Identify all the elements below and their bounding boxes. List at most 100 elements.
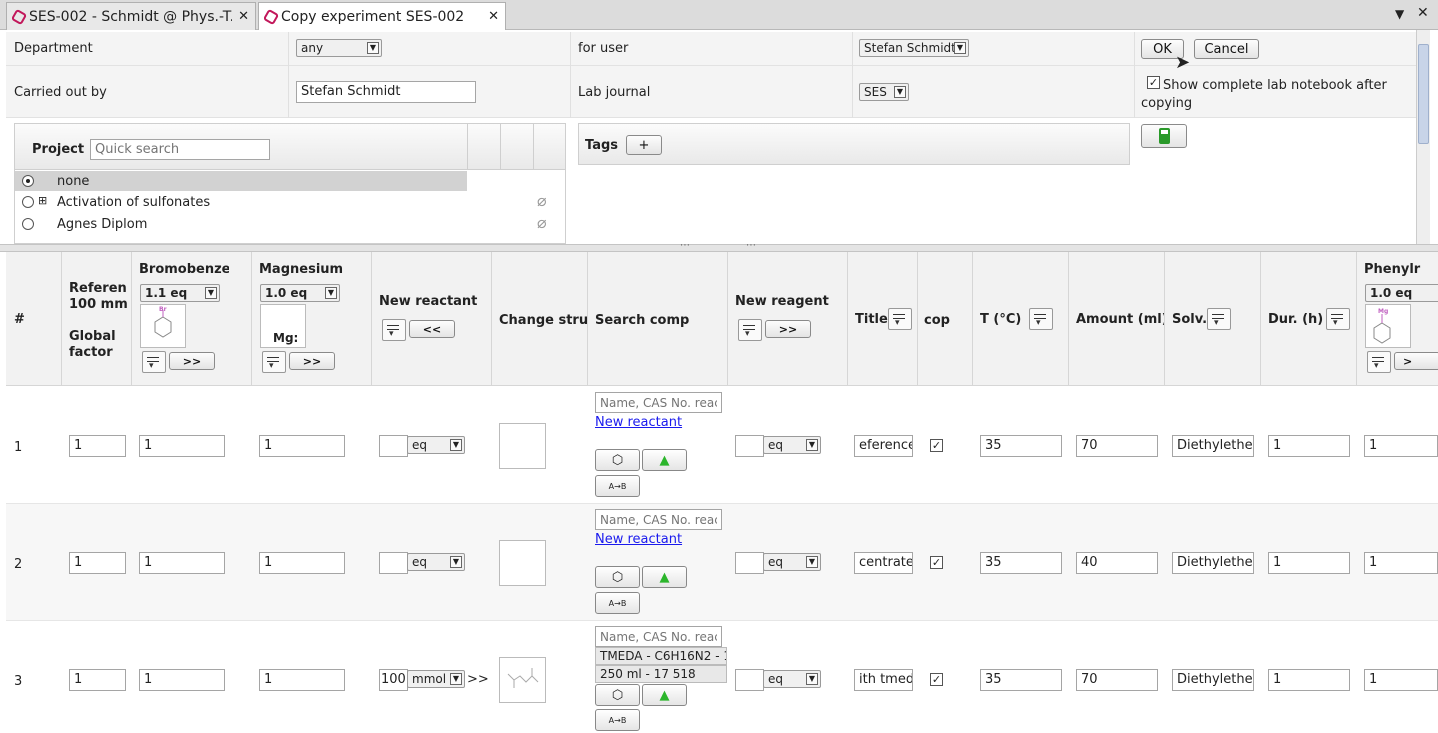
phenyl-structure[interactable]: Mg: [1365, 304, 1411, 348]
move-right-button[interactable]: >>: [765, 320, 811, 338]
filter-icon[interactable]: [1326, 308, 1350, 330]
mg-amount-input[interactable]: 1: [259, 552, 345, 574]
phenyl-amount-input[interactable]: 1: [1364, 552, 1438, 574]
new-reactant-unit-select[interactable]: eq ▼: [407, 436, 465, 454]
move-left-button[interactable]: <<: [409, 320, 455, 338]
project-radio-none[interactable]: [22, 175, 34, 187]
filter-icon[interactable]: [1367, 351, 1391, 373]
filter-icon[interactable]: [382, 319, 406, 341]
chevron-down-icon[interactable]: ▼: [1395, 7, 1404, 21]
flask-button[interactable]: ▲: [642, 566, 687, 588]
filter-icon[interactable]: [262, 351, 286, 373]
title-input[interactable]: centrated: [854, 552, 913, 574]
new-reagent-unit-select[interactable]: eq ▼: [763, 553, 821, 571]
global-factor-input[interactable]: 1: [69, 669, 126, 691]
global-factor-input[interactable]: 1: [69, 435, 126, 457]
mg-amount-input[interactable]: 1: [259, 435, 345, 457]
new-reagent-unit-select[interactable]: eq ▼: [763, 436, 821, 454]
flask-button[interactable]: ▲: [642, 684, 687, 706]
structure-editor[interactable]: [499, 423, 546, 469]
phenyl-amount-input[interactable]: 1: [1364, 435, 1438, 457]
department-select[interactable]: any ▼: [296, 39, 382, 57]
phenyl-amount-input[interactable]: 1: [1364, 669, 1438, 691]
flask-button[interactable]: ▲: [642, 449, 687, 471]
amount-input[interactable]: 70: [1076, 435, 1158, 457]
new-reactant-link[interactable]: New reactant: [595, 532, 682, 547]
mg-eq-select[interactable]: 1.0 eq ▼: [260, 284, 340, 302]
mg-amount-input[interactable]: 1: [259, 669, 345, 691]
move-arrow[interactable]: >>: [467, 672, 489, 687]
cancel-button[interactable]: Cancel: [1194, 39, 1259, 59]
temperature-input[interactable]: 35: [980, 435, 1062, 457]
new-reactant-link[interactable]: New reactant: [595, 415, 682, 430]
move-right-button[interactable]: >: [1394, 352, 1438, 370]
solvent-input[interactable]: Diethylether: [1172, 435, 1254, 457]
duration-input[interactable]: 1: [1268, 552, 1350, 574]
move-right-button[interactable]: >>: [289, 352, 335, 370]
title-input[interactable]: ith tmeda: [854, 669, 913, 691]
bromobenzene-structure[interactable]: Br: [140, 304, 186, 348]
tab-experiment[interactable]: SES-002 - Schmidt @ Phys.-T... ✕: [6, 2, 256, 30]
form-scrollbar[interactable]: [1416, 30, 1430, 244]
filter-icon[interactable]: [142, 351, 166, 373]
temperature-input[interactable]: 35: [980, 552, 1062, 574]
bromo-amount-input[interactable]: 1: [139, 552, 225, 574]
filter-icon[interactable]: [1029, 308, 1053, 330]
project-radio-agnes[interactable]: [22, 218, 34, 230]
compound-suggestion[interactable]: TMEDA - C6H16N2 - 11: [595, 647, 727, 665]
carried-out-input[interactable]: Stefan Schmidt: [296, 81, 476, 103]
compound-suggestion[interactable]: 250 ml - 17 518: [595, 665, 727, 683]
reaction-button[interactable]: A→B: [595, 709, 640, 731]
structure-editor[interactable]: [499, 540, 546, 586]
lock-button[interactable]: [1141, 124, 1187, 148]
bromo-amount-input[interactable]: 1: [139, 669, 225, 691]
bromo-eq-select[interactable]: 1.1 eq ▼: [140, 284, 220, 302]
temperature-input[interactable]: 35: [980, 669, 1062, 691]
new-reactant-unit-select[interactable]: eq ▼: [407, 553, 465, 571]
solvent-input[interactable]: Diethylether: [1172, 552, 1254, 574]
new-reagent-unit-select[interactable]: eq ▼: [763, 670, 821, 688]
copy-checkbox[interactable]: ✓: [930, 556, 943, 569]
amount-input[interactable]: 70: [1076, 669, 1158, 691]
magnesium-structure[interactable]: Mg:: [260, 304, 306, 348]
structure-button[interactable]: ⬡: [595, 566, 640, 588]
duration-input[interactable]: 1: [1268, 669, 1350, 691]
close-icon[interactable]: ✕: [238, 9, 249, 24]
structure-button[interactable]: ⬡: [595, 684, 640, 706]
new-reagent-input[interactable]: [735, 669, 764, 691]
expand-icon[interactable]: ⊞: [38, 194, 47, 207]
new-reactant-unit-select[interactable]: mmol ▼: [407, 670, 465, 688]
reaction-button[interactable]: A→B: [595, 475, 640, 497]
close-icon[interactable]: ✕: [1417, 5, 1429, 21]
new-reagent-input[interactable]: [735, 552, 764, 574]
filter-icon[interactable]: [888, 308, 912, 330]
copy-checkbox[interactable]: ✓: [930, 673, 943, 686]
new-reagent-input[interactable]: [735, 435, 764, 457]
new-reactant-input[interactable]: [379, 552, 408, 574]
filter-icon[interactable]: [1207, 308, 1231, 330]
new-reactant-input[interactable]: 100: [379, 669, 408, 691]
add-tag-button[interactable]: +: [626, 135, 662, 155]
copy-checkbox[interactable]: ✓: [930, 439, 943, 452]
search-compound-input[interactable]: [595, 626, 722, 647]
phenyl-eq-select[interactable]: 1.0 eq: [1365, 284, 1438, 302]
project-radio-sulfonates[interactable]: [22, 196, 34, 208]
tmeda-structure[interactable]: [499, 657, 546, 703]
move-right-button[interactable]: >>: [169, 352, 215, 370]
reaction-button[interactable]: A→B: [595, 592, 640, 614]
lab-journal-select[interactable]: SES ▼: [859, 83, 909, 101]
project-search-input[interactable]: [90, 139, 270, 160]
title-input[interactable]: eference: [854, 435, 913, 457]
filter-icon[interactable]: [738, 319, 762, 341]
global-factor-input[interactable]: 1: [69, 552, 126, 574]
search-compound-input[interactable]: [595, 392, 722, 413]
search-compound-input[interactable]: [595, 509, 722, 530]
for-user-select[interactable]: Stefan Schmidt ▼: [859, 39, 969, 57]
close-icon[interactable]: ✕: [488, 9, 499, 24]
solvent-input[interactable]: Diethylether: [1172, 669, 1254, 691]
new-reactant-input[interactable]: [379, 435, 408, 457]
tab-copy-experiment[interactable]: Copy experiment SES-002 ✕: [258, 2, 506, 30]
amount-input[interactable]: 40: [1076, 552, 1158, 574]
duration-input[interactable]: 1: [1268, 435, 1350, 457]
splitter-handle[interactable]: ⋯ ⋯: [0, 240, 1438, 252]
